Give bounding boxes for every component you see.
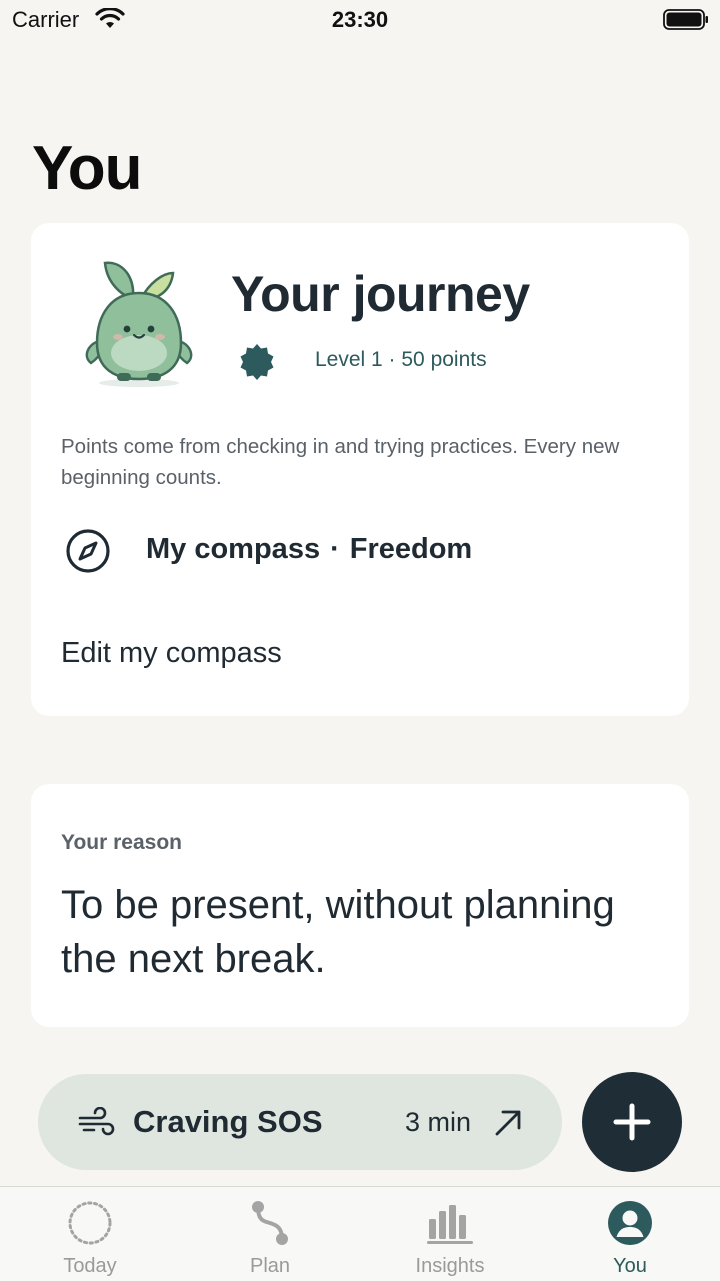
arrow-up-right-icon: [495, 1110, 521, 1136]
tab-you-label: You: [613, 1255, 647, 1277]
tab-plan-label: Plan: [249, 1255, 291, 1277]
level-points-text: Level 1 · 50 points: [315, 348, 487, 371]
tab-you[interactable]: You: [540, 1187, 720, 1281]
person-icon: [608, 1201, 652, 1245]
compass-title: My compass: [146, 533, 321, 565]
tab-bar: Today Plan Insights You: [0, 1186, 720, 1281]
compass-label: My compass · Freedom: [146, 533, 472, 566]
reason-text: To be present, without planning the next…: [61, 883, 615, 981]
craving-sos-button[interactable]: Craving SOS 3 min: [38, 1074, 562, 1170]
add-button[interactable]: [582, 1072, 682, 1172]
sos-label: Craving SOS: [133, 1104, 323, 1139]
tab-insights-label: Insights: [415, 1255, 485, 1277]
compass-value: Freedom: [349, 533, 473, 565]
page-title: You: [32, 134, 142, 203]
tab-insights[interactable]: Insights: [360, 1187, 540, 1281]
bar-chart-icon: [427, 1205, 473, 1244]
plus-icon: [613, 1103, 651, 1141]
journey-card: Your journey Level 1 · 50 points Points …: [31, 223, 689, 716]
reason-card: Your reason To be present, without plann…: [31, 784, 689, 1027]
compass-separator: ·: [330, 533, 340, 565]
tab-today-label: Today: [63, 1255, 117, 1277]
status-time: 23:30: [331, 7, 389, 32]
path-icon: [252, 1201, 288, 1245]
wind-icon: [78, 1107, 115, 1136]
sprout-mascot-icon: [85, 261, 193, 387]
dotted-circle-icon: [68, 1201, 112, 1245]
compass-icon: [66, 529, 110, 573]
reason-label: Your reason: [61, 831, 182, 854]
battery-icon: [663, 9, 708, 30]
status-bar: Carrier 23:30: [0, 0, 720, 40]
journey-title: Your journey: [231, 266, 530, 322]
tab-plan[interactable]: Plan: [180, 1187, 360, 1281]
profile-screen: Carrier 23:30 You Your journey Level 1 ·…: [0, 0, 720, 1281]
sos-duration: 3 min: [405, 1107, 472, 1137]
tab-today[interactable]: Today: [0, 1187, 180, 1281]
level-badge-icon: [240, 344, 274, 380]
edit-compass-button[interactable]: Edit my compass: [61, 637, 282, 670]
points-note: Points come from checking in and trying …: [61, 435, 620, 489]
